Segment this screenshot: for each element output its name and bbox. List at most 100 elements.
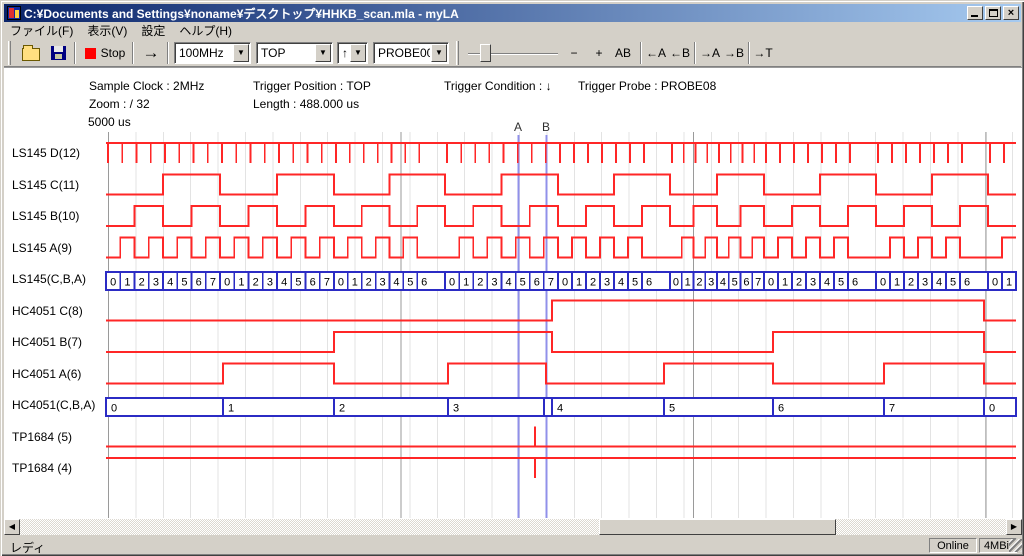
svg-text:2: 2 — [139, 277, 145, 289]
app-window: C:¥Documents and Settings¥noname¥デスクトップ¥… — [0, 0, 1024, 556]
svg-text:3: 3 — [708, 277, 714, 289]
scrollbar-thumb[interactable] — [599, 519, 836, 535]
svg-text:3: 3 — [604, 277, 610, 289]
zoom-slider-handle[interactable] — [480, 44, 491, 62]
save-floppy-icon — [51, 46, 66, 60]
status-text: レディ — [10, 539, 45, 556]
svg-text:1: 1 — [782, 277, 788, 289]
menu-item-help[interactable]: ヘルプ(H) — [173, 21, 238, 40]
goto-b-left-button[interactable]: ←B — [669, 41, 691, 65]
scroll-left-button[interactable]: ◀ — [4, 519, 20, 535]
svg-text:4: 4 — [618, 277, 624, 289]
goto-a-left-button[interactable]: ←A — [645, 41, 667, 65]
svg-text:6: 6 — [534, 277, 540, 289]
svg-text:5: 5 — [732, 277, 738, 289]
svg-text:3: 3 — [491, 277, 497, 289]
waveform-panel: Sample Clock : 2MHz Trigger Position : T… — [4, 67, 1022, 519]
svg-text:5: 5 — [838, 277, 844, 289]
zoom-in-button[interactable]: + — [588, 41, 610, 65]
minimize-button[interactable] — [967, 6, 983, 20]
menu-item-settings[interactable]: 設定 — [135, 21, 171, 40]
menu-item-view[interactable]: 表示(V) — [81, 21, 133, 40]
titlebar: C:¥Documents and Settings¥noname¥デスクトップ¥… — [4, 4, 1021, 22]
single-run-button[interactable]: → — [138, 41, 164, 65]
horizontal-scrollbar[interactable]: ◀ ▶ — [4, 519, 1022, 535]
svg-text:0: 0 — [110, 277, 116, 289]
toolbar-grip[interactable] — [8, 41, 11, 65]
zoom-out-button[interactable]: − — [563, 41, 585, 65]
online-indicator: Online — [929, 538, 977, 553]
window-title: C:¥Documents and Settings¥noname¥デスクトップ¥… — [24, 5, 965, 22]
svg-text:6: 6 — [196, 277, 202, 289]
svg-text:5: 5 — [669, 403, 675, 415]
svg-text:1: 1 — [685, 277, 691, 289]
sample-rate-select-value: 100MHz — [175, 46, 232, 60]
sample-rate-select[interactable]: 100MHz▼ — [174, 42, 251, 64]
svg-text:6: 6 — [646, 277, 652, 289]
goto-trigger-button[interactable]: →T — [752, 41, 774, 65]
svg-text:0: 0 — [562, 277, 568, 289]
waveform-plot[interactable]: 0123456701234567012345601234567012345601… — [4, 68, 1022, 520]
toolbar-grip[interactable] — [456, 41, 459, 65]
toolbar-separator — [748, 42, 750, 64]
stop-icon — [85, 48, 96, 59]
toolbar-separator — [132, 42, 134, 64]
toolbar: Stop → 100MHz▼TOP▼↑▼PROBE00▼−+AB←A←B→A→B… — [4, 39, 1021, 67]
svg-text:6: 6 — [743, 277, 749, 289]
svg-text:0: 0 — [880, 277, 886, 289]
svg-text:2: 2 — [796, 277, 802, 289]
goto-a-right-button[interactable]: →A — [699, 41, 721, 65]
svg-text:1: 1 — [1006, 277, 1012, 289]
save-button[interactable] — [46, 41, 70, 65]
resize-grip[interactable] — [1009, 539, 1022, 552]
svg-text:3: 3 — [380, 277, 386, 289]
svg-text:0: 0 — [338, 277, 344, 289]
cursor-ab-button[interactable]: AB — [612, 41, 634, 65]
trigger-edge-select-value: ↑ — [338, 46, 349, 60]
chevron-down-icon[interactable]: ▼ — [233, 44, 249, 62]
svg-text:3: 3 — [453, 403, 459, 415]
svg-text:5: 5 — [295, 277, 301, 289]
trigger-edge-select[interactable]: ↑▼ — [337, 42, 368, 64]
stop-button[interactable]: Stop — [81, 41, 129, 65]
toolbar-separator — [167, 42, 169, 64]
toolbar-separator — [640, 42, 642, 64]
trigger-position-select[interactable]: TOP▼ — [256, 42, 333, 64]
chevron-down-icon[interactable]: ▼ — [350, 44, 366, 62]
svg-text:1: 1 — [352, 277, 358, 289]
svg-text:1: 1 — [576, 277, 582, 289]
svg-text:6: 6 — [964, 277, 970, 289]
svg-text:7: 7 — [548, 277, 554, 289]
svg-text:1: 1 — [228, 403, 234, 415]
probe-select[interactable]: PROBE00▼ — [373, 42, 449, 64]
toolbar-separator — [694, 42, 696, 64]
svg-text:1: 1 — [463, 277, 469, 289]
open-button[interactable] — [18, 41, 44, 65]
svg-text:4: 4 — [167, 277, 173, 289]
maximize-button[interactable] — [985, 6, 1001, 20]
chevron-down-icon[interactable]: ▼ — [315, 44, 331, 62]
svg-text:0: 0 — [449, 277, 455, 289]
scroll-right-button[interactable]: ▶ — [1006, 519, 1022, 535]
svg-text:6: 6 — [421, 277, 427, 289]
stop-label: Stop — [101, 46, 126, 60]
svg-text:3: 3 — [267, 277, 273, 289]
menu-item-file[interactable]: ファイル(F) — [4, 21, 79, 40]
svg-text:3: 3 — [922, 277, 928, 289]
svg-text:2: 2 — [908, 277, 914, 289]
svg-text:0: 0 — [768, 277, 774, 289]
svg-text:3: 3 — [810, 277, 816, 289]
trigger-position-select-value: TOP — [257, 46, 314, 60]
zoom-slider[interactable] — [468, 41, 558, 65]
svg-text:2: 2 — [366, 277, 372, 289]
chevron-down-icon[interactable]: ▼ — [431, 44, 447, 62]
svg-text:1: 1 — [124, 277, 130, 289]
svg-text:1: 1 — [894, 277, 900, 289]
svg-text:7: 7 — [210, 277, 216, 289]
close-button[interactable]: × — [1003, 6, 1019, 20]
svg-text:4: 4 — [936, 277, 942, 289]
goto-b-right-button[interactable]: →B — [723, 41, 745, 65]
svg-text:7: 7 — [755, 277, 761, 289]
svg-text:4: 4 — [281, 277, 287, 289]
svg-text:2: 2 — [253, 277, 259, 289]
